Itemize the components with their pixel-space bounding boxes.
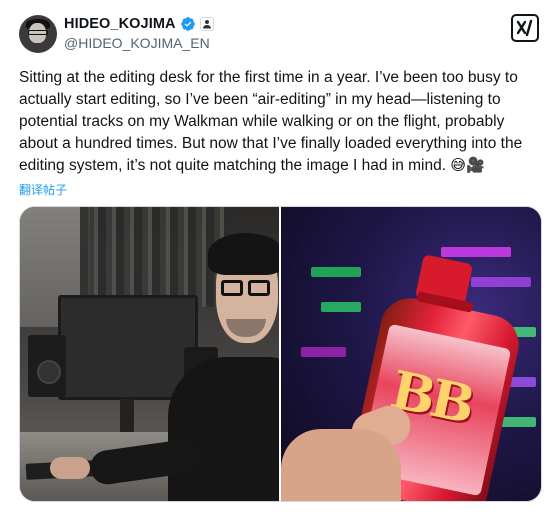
name-row: HIDEO_KOJIMA [64, 15, 214, 33]
tweet-card: HIDEO_KOJIMA @HIDEO_KOJIMA_EN Sitting at… [0, 0, 550, 512]
avatar[interactable] [19, 15, 57, 53]
emoji: 😅🎥 [450, 157, 485, 174]
verified-badge-icon [180, 17, 195, 31]
photo-editing-desk[interactable] [20, 207, 279, 501]
display-name[interactable]: HIDEO_KOJIMA [64, 16, 176, 32]
tweet-text: Sitting at the editing desk for the firs… [19, 67, 545, 177]
x-logo-icon[interactable] [511, 14, 539, 42]
affiliate-badge-icon[interactable] [199, 17, 214, 31]
photo-bottle[interactable]: BB [281, 207, 541, 501]
tweet-body: Sitting at the editing desk for the firs… [19, 69, 523, 174]
translate-link[interactable]: 翻译帖子 [19, 181, 67, 198]
media-grid: BB [19, 206, 542, 502]
handle[interactable]: @HIDEO_KOJIMA_EN [64, 35, 210, 51]
